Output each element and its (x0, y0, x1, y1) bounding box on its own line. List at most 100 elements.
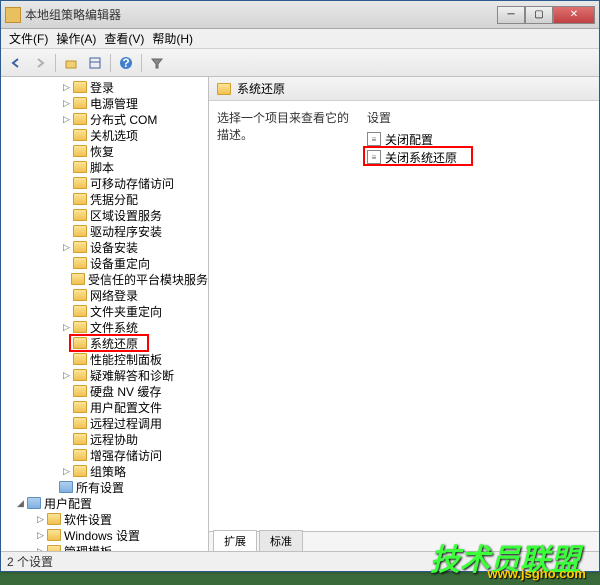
show-hide-button[interactable] (84, 52, 106, 74)
expand-icon[interactable] (61, 210, 72, 221)
expand-icon[interactable] (61, 402, 72, 413)
expand-icon[interactable] (61, 386, 72, 397)
tree-node[interactable]: ▷ 软件设置 (1, 511, 208, 527)
expand-icon[interactable] (61, 130, 72, 141)
tree-node[interactable]: 系统还原 (1, 335, 208, 351)
tree-node[interactable]: 脚本 (1, 159, 208, 175)
folder-icon (73, 305, 87, 317)
tree-node[interactable]: 区域设置服务 (1, 207, 208, 223)
expand-icon[interactable]: ▷ (61, 98, 72, 109)
tab-standard[interactable]: 标准 (259, 530, 303, 551)
folder-icon (73, 209, 87, 221)
tree-label: 网络登录 (90, 287, 138, 304)
expand-icon[interactable] (61, 178, 72, 189)
tree-node[interactable]: 性能控制面板 (1, 351, 208, 367)
tree-node[interactable]: ▷设备安装 (1, 239, 208, 255)
tree-node[interactable]: 关机选项 (1, 127, 208, 143)
tree-node[interactable]: 驱动程序安装 (1, 223, 208, 239)
expand-icon[interactable]: ▷ (35, 530, 46, 541)
tree-label: 软件设置 (64, 511, 112, 528)
tree-node[interactable]: ▷电源管理 (1, 95, 208, 111)
tree-node[interactable]: 凭据分配 (1, 191, 208, 207)
tree-node[interactable]: ▷文件系统 (1, 319, 208, 335)
setting-item[interactable]: ≡关闭配置 (367, 130, 591, 148)
expand-icon[interactable] (61, 290, 72, 301)
detail-tabs: 扩展 标准 (209, 531, 599, 551)
tree-node[interactable]: ▷管理模板 (1, 543, 208, 551)
expand-icon[interactable]: ▷ (61, 466, 72, 477)
expand-icon[interactable]: ▷ (35, 546, 46, 552)
expand-icon[interactable] (47, 482, 58, 493)
tree-node[interactable]: 硬盘 NV 缓存 (1, 383, 208, 399)
folder-icon (217, 83, 231, 95)
folder-icon (27, 497, 41, 509)
tree-node[interactable]: 受信任的平台模块服务 (1, 271, 208, 287)
tree-node[interactable]: ◢用户配置 (1, 495, 208, 511)
tree-node[interactable]: ▷ 登录 (1, 79, 208, 95)
expand-icon[interactable]: ▷ (61, 322, 72, 333)
expand-icon[interactable] (61, 258, 72, 269)
tree-node[interactable]: ▷组策略 (1, 463, 208, 479)
tree-pane[interactable]: ▷ 登录▷电源管理▷分布式 COM关机选项恢复脚本可移动存储访问凭据分配区域设置服… (1, 77, 209, 551)
tree-node[interactable]: 恢复 (1, 143, 208, 159)
expand-icon[interactable]: ▷ (61, 82, 72, 93)
up-button[interactable] (60, 52, 82, 74)
menu-help[interactable]: 帮助(H) (148, 30, 197, 47)
tree-node[interactable]: 文件夹重定向 (1, 303, 208, 319)
menu-view[interactable]: 查看(V) (100, 30, 148, 47)
folder-icon (73, 449, 87, 461)
expand-icon[interactable] (61, 434, 72, 445)
expand-icon[interactable]: ▷ (61, 370, 72, 381)
expand-icon[interactable] (61, 226, 72, 237)
tree-label: 登录 (90, 79, 114, 96)
menu-action[interactable]: 操作(A) (52, 30, 100, 47)
expand-icon[interactable] (61, 194, 72, 205)
maximize-button[interactable]: ▢ (525, 6, 553, 24)
app-window: 本地组策略编辑器 ─ ▢ ✕ 文件(F) 操作(A) 查看(V) 帮助(H) ?… (0, 0, 600, 572)
tree-node[interactable]: 所有设置 (1, 479, 208, 495)
expand-icon[interactable]: ▷ (61, 114, 72, 125)
expand-icon[interactable] (60, 274, 71, 285)
expand-icon[interactable]: ◢ (15, 498, 26, 509)
tree-node[interactable]: ▷Windows 设置 (1, 527, 208, 543)
tree-node[interactable]: 远程协助 (1, 431, 208, 447)
expand-icon[interactable] (61, 354, 72, 365)
expand-icon[interactable] (61, 338, 72, 349)
tree-label: 远程协助 (90, 431, 138, 448)
setting-label: 关闭系统还原 (385, 149, 457, 166)
folder-icon (73, 129, 87, 141)
expand-icon[interactable] (61, 418, 72, 429)
back-button[interactable] (5, 52, 27, 74)
expand-icon[interactable] (61, 146, 72, 157)
filter-button[interactable] (146, 52, 168, 74)
close-button[interactable]: ✕ (553, 6, 595, 24)
content-area: ▷ 登录▷电源管理▷分布式 COM关机选项恢复脚本可移动存储访问凭据分配区域设置服… (1, 77, 599, 551)
tree-node[interactable]: 增强存储访问 (1, 447, 208, 463)
tree-node[interactable]: 网络登录 (1, 287, 208, 303)
menubar: 文件(F) 操作(A) 查看(V) 帮助(H) (1, 29, 599, 49)
expand-icon[interactable] (61, 162, 72, 173)
description-prompt: 选择一个项目来查看它的描述。 (217, 109, 359, 143)
setting-icon: ≡ (367, 150, 381, 164)
help-button[interactable]: ? (115, 52, 137, 74)
tree-node[interactable]: 远程过程调用 (1, 415, 208, 431)
tree-node[interactable]: 可移动存储访问 (1, 175, 208, 191)
toolbar-separator (110, 54, 111, 72)
minimize-button[interactable]: ─ (497, 6, 525, 24)
expand-icon[interactable]: ▷ (61, 242, 72, 253)
tree-node[interactable]: ▷分布式 COM (1, 111, 208, 127)
tree-node[interactable]: 设备重定向 (1, 255, 208, 271)
expand-icon[interactable] (61, 306, 72, 317)
menu-file[interactable]: 文件(F) (5, 30, 52, 47)
folder-icon (73, 337, 87, 349)
tree-node[interactable]: 用户配置文件 (1, 399, 208, 415)
setting-item[interactable]: ≡ 关闭系统还原 (367, 148, 591, 166)
forward-button[interactable] (29, 52, 51, 74)
folder-icon (73, 385, 87, 397)
expand-icon[interactable] (61, 450, 72, 461)
tree-node[interactable]: ▷疑难解答和诊断 (1, 367, 208, 383)
tab-extended[interactable]: 扩展 (213, 530, 257, 551)
expand-icon[interactable]: ▷ (35, 514, 46, 525)
folder-icon (73, 177, 87, 189)
folder-icon (73, 113, 87, 125)
